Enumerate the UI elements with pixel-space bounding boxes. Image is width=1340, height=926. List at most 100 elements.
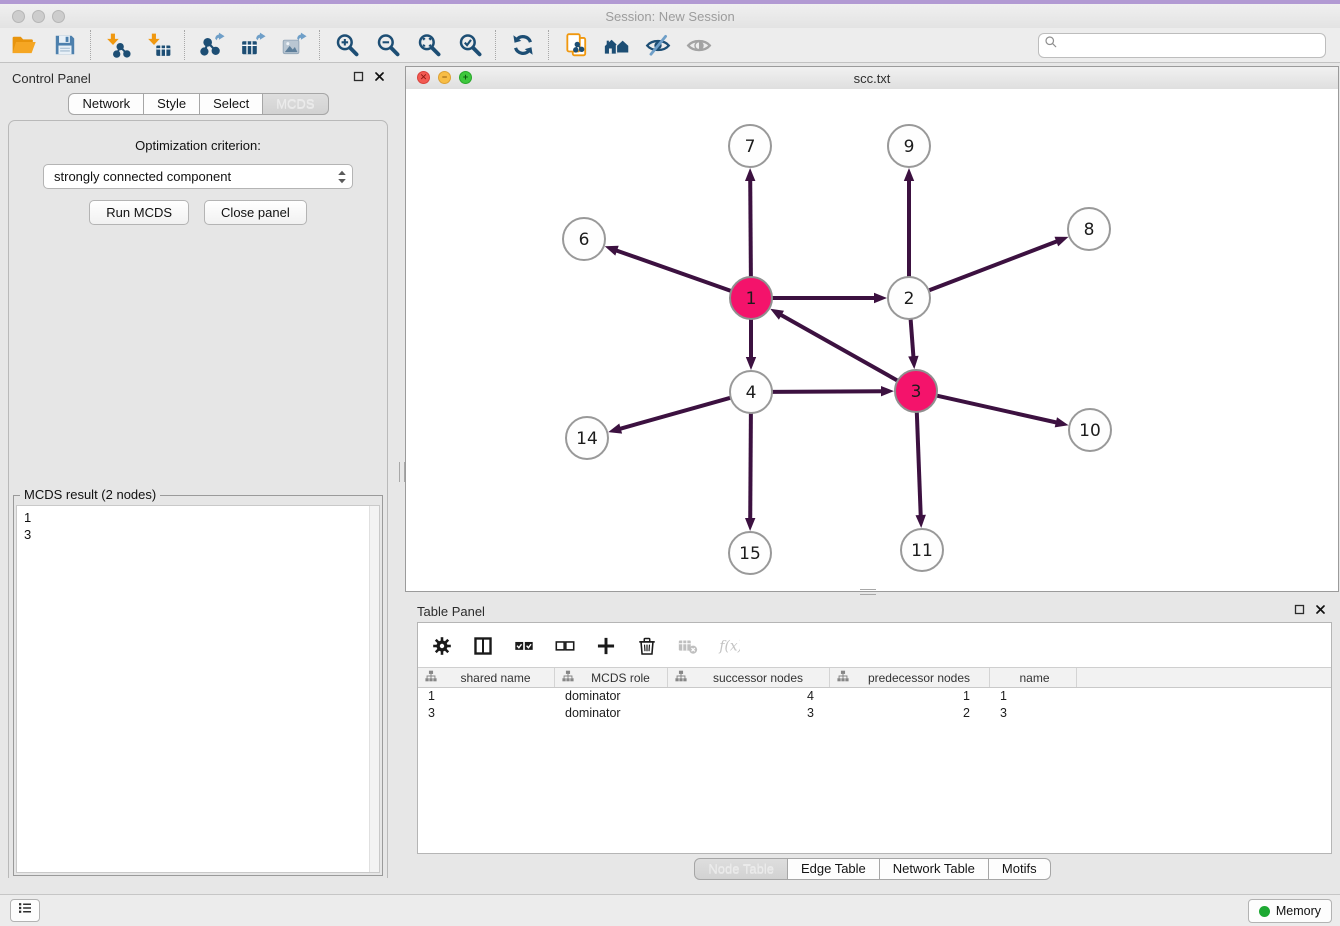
- houses-icon[interactable]: [603, 32, 630, 59]
- graph-node-3[interactable]: 3: [895, 370, 937, 412]
- column-header-name[interactable]: name: [990, 668, 1077, 687]
- tab-edge-table[interactable]: Edge Table: [788, 858, 880, 880]
- column-edit-icon: [675, 669, 687, 687]
- table-cell[interactable]: 1: [990, 688, 1077, 705]
- table-row[interactable]: 1dominator411: [418, 688, 1331, 705]
- horizontal-splitter-handle[interactable]: [860, 589, 876, 595]
- graph-node-14[interactable]: 14: [566, 417, 608, 459]
- table-cell[interactable]: 3: [418, 705, 555, 722]
- export-image-icon[interactable]: [280, 32, 307, 59]
- folder-open-icon[interactable]: [10, 32, 37, 59]
- save-icon[interactable]: [51, 32, 78, 59]
- graph-node-9[interactable]: 9: [888, 125, 930, 167]
- float-panel-icon[interactable]: [353, 71, 364, 82]
- graph-edge-2-8[interactable]: [929, 237, 1069, 291]
- mcds-result-node[interactable]: 3: [17, 526, 379, 543]
- graph-node-6[interactable]: 6: [563, 218, 605, 260]
- table-cell[interactable]: dominator: [555, 688, 668, 705]
- column-header-MCDS-role[interactable]: MCDS role: [555, 668, 668, 687]
- table-cell[interactable]: 2: [830, 705, 990, 722]
- tab-node-table[interactable]: Node Table: [694, 858, 788, 880]
- table-cell[interactable]: 3: [668, 705, 830, 722]
- search-input[interactable]: [1061, 37, 1321, 54]
- close-panel-icon[interactable]: [1315, 604, 1326, 615]
- search-field[interactable]: [1038, 33, 1326, 58]
- network-window-titlebar[interactable]: ✕ − + scc.txt: [406, 67, 1338, 90]
- graph-node-7[interactable]: 7: [729, 125, 771, 167]
- graph-edge-2-3[interactable]: [908, 319, 918, 369]
- network-canvas[interactable]: 7 9 6 8 1 2 4 3 14 10 15 11: [406, 89, 1338, 591]
- close-panel-icon[interactable]: [374, 71, 385, 82]
- graph-node-2[interactable]: 2: [888, 277, 930, 319]
- trash-icon[interactable]: [635, 634, 659, 658]
- memory-button[interactable]: Memory: [1248, 899, 1332, 923]
- zoom-out-icon[interactable]: [374, 32, 401, 59]
- refresh-icon[interactable]: [509, 32, 536, 59]
- select-all-icon[interactable]: [512, 634, 536, 658]
- delete-table-icon[interactable]: [676, 634, 700, 658]
- tab-network-table[interactable]: Network Table: [880, 858, 989, 880]
- export-network-icon[interactable]: [198, 32, 225, 59]
- export-table-icon[interactable]: [239, 32, 266, 59]
- graph-edge-4-3[interactable]: [772, 386, 894, 396]
- column-header-shared-name[interactable]: shared name: [418, 668, 555, 687]
- graph-edge-3-10[interactable]: [937, 396, 1069, 428]
- eye-icon[interactable]: [685, 32, 712, 59]
- mcds-result-list[interactable]: 13: [16, 505, 380, 873]
- column-edit-icon: [562, 669, 574, 687]
- column-header-predecessor-nodes[interactable]: predecessor nodes: [830, 668, 990, 687]
- deselect-all-icon[interactable]: [553, 634, 577, 658]
- scrollbar-track[interactable]: [369, 506, 379, 872]
- eye-slash-icon[interactable]: [644, 32, 671, 59]
- tab-mcds[interactable]: MCDS: [263, 93, 328, 115]
- gear-icon[interactable]: [430, 634, 454, 658]
- app-titlebar: Session: New Session: [0, 4, 1340, 29]
- run-mcds-button[interactable]: Run MCDS: [89, 200, 189, 225]
- tab-select[interactable]: Select: [200, 93, 263, 115]
- graph-node-8[interactable]: 8: [1068, 208, 1110, 250]
- graph-node-1[interactable]: 1: [730, 277, 772, 319]
- graph-edge-1-4[interactable]: [746, 319, 756, 370]
- graph-edge-1-7[interactable]: [745, 168, 755, 277]
- column-header-successor-nodes[interactable]: successor nodes: [668, 668, 830, 687]
- zoom-selected-icon[interactable]: [456, 32, 483, 59]
- column-edit-icon: [837, 669, 849, 687]
- network-window-title: scc.txt: [406, 71, 1338, 86]
- zoom-fit-icon[interactable]: [415, 32, 442, 59]
- table-cell[interactable]: 1: [418, 688, 555, 705]
- graph-edge-1-2[interactable]: [772, 293, 887, 303]
- mcds-result-node[interactable]: 1: [17, 506, 379, 526]
- add-icon[interactable]: [594, 634, 618, 658]
- table-cell[interactable]: 4: [668, 688, 830, 705]
- close-panel-button[interactable]: Close panel: [204, 200, 307, 225]
- table-cell[interactable]: 1: [830, 688, 990, 705]
- import-table-icon[interactable]: [145, 32, 172, 59]
- function-icon[interactable]: f(x): [717, 634, 741, 658]
- vertical-splitter-handle[interactable]: [399, 462, 405, 482]
- tab-style[interactable]: Style: [144, 93, 200, 115]
- graph-edge-1-6[interactable]: [605, 246, 732, 291]
- columns-icon[interactable]: [471, 634, 495, 658]
- graph-edge-2-9[interactable]: [904, 168, 914, 277]
- graph-node-4[interactable]: 4: [730, 371, 772, 413]
- graph-node-10[interactable]: 10: [1069, 409, 1111, 451]
- control-panel-tabs: NetworkStyleSelectMCDS: [68, 93, 328, 115]
- graph-edge-3-11[interactable]: [916, 412, 926, 528]
- copy-network-icon[interactable]: [562, 32, 589, 59]
- graph-edge-4-15[interactable]: [745, 413, 755, 531]
- table-row[interactable]: 3dominator323: [418, 705, 1331, 722]
- import-network-icon[interactable]: [104, 32, 131, 59]
- graph-node-15[interactable]: 15: [729, 532, 771, 574]
- graph-edge-4-14[interactable]: [608, 398, 731, 434]
- optimization-criterion-select[interactable]: strongly connected component: [43, 164, 353, 189]
- task-history-button[interactable]: [10, 899, 40, 922]
- graph-node-11[interactable]: 11: [901, 529, 943, 571]
- table-cell[interactable]: dominator: [555, 705, 668, 722]
- float-panel-icon[interactable]: [1294, 604, 1305, 615]
- tab-network[interactable]: Network: [68, 93, 144, 115]
- table-cell[interactable]: 3: [990, 705, 1077, 722]
- toolbar-separator: [184, 30, 186, 60]
- tab-motifs[interactable]: Motifs: [989, 858, 1051, 880]
- zoom-in-icon[interactable]: [333, 32, 360, 59]
- graph-edge-3-1[interactable]: [770, 309, 898, 381]
